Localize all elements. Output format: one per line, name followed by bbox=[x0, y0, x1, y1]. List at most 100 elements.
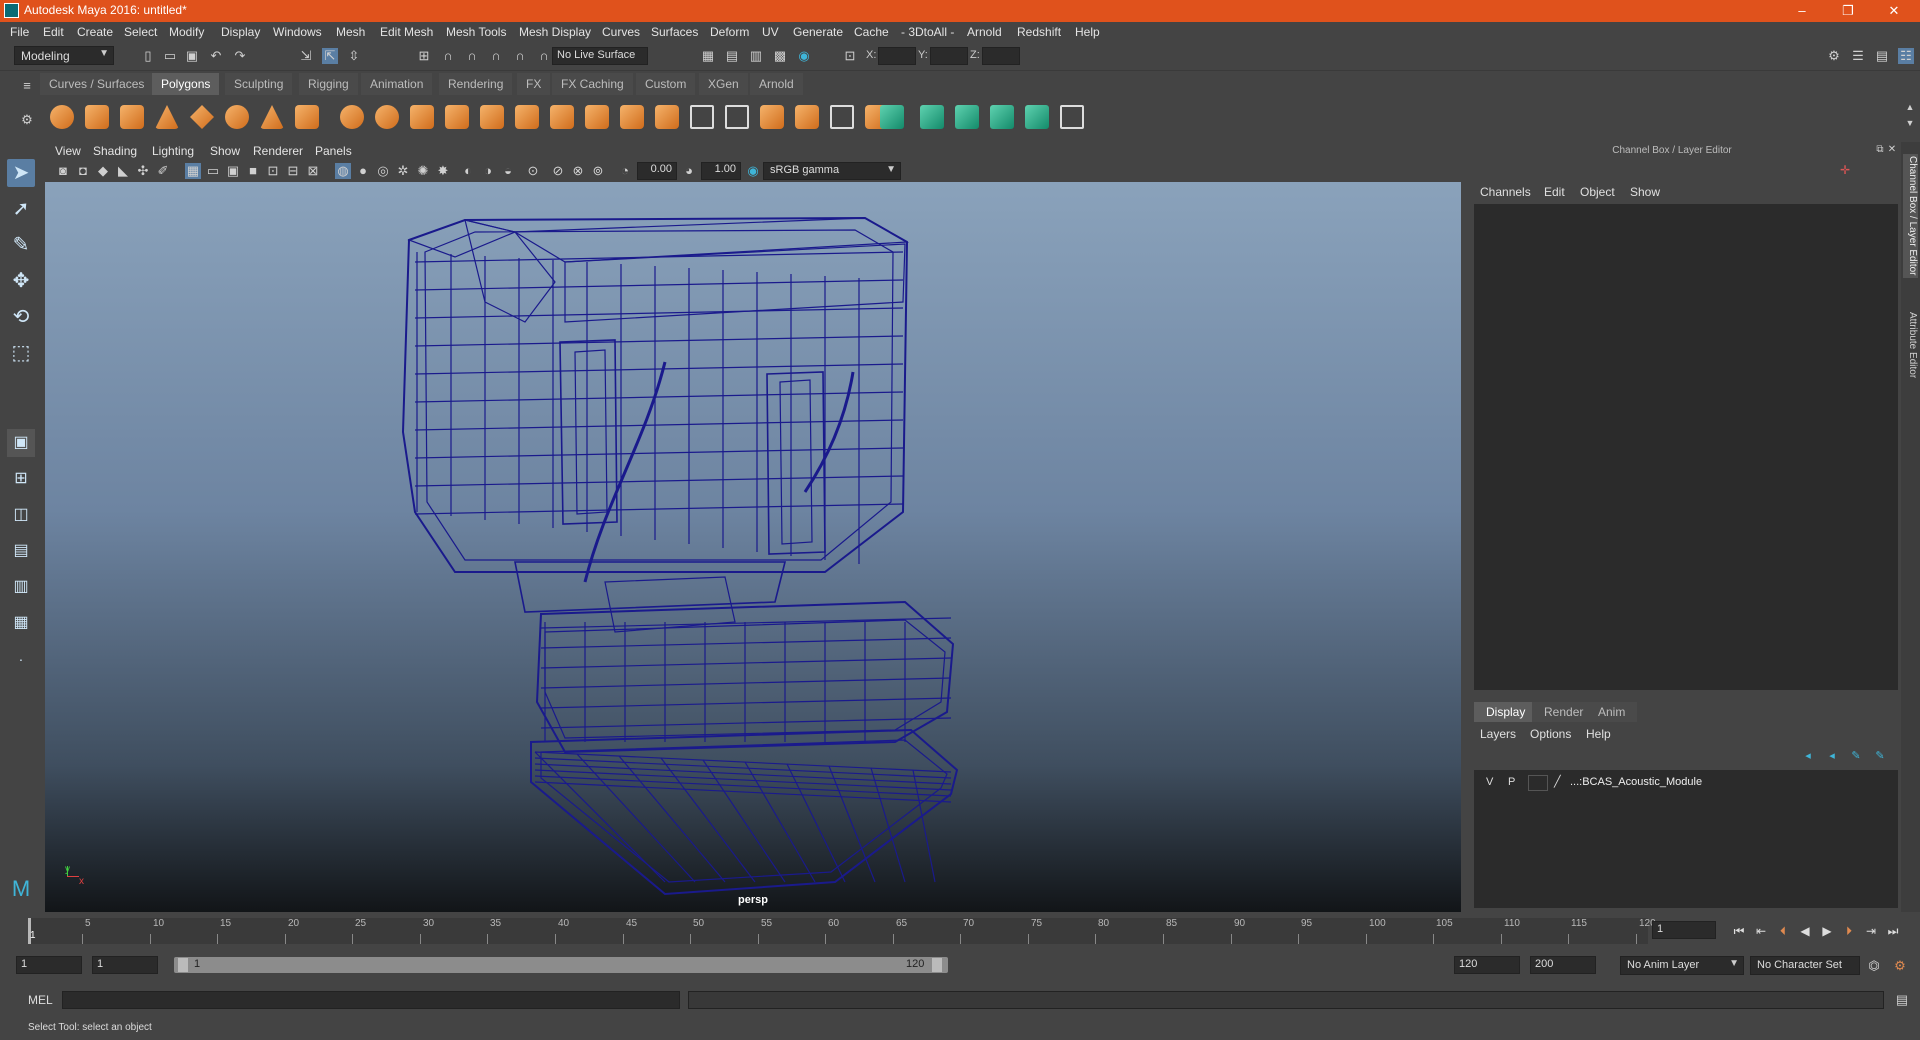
film-gate-icon[interactable]: ▭ bbox=[205, 163, 221, 179]
tab-curves-surfaces[interactable]: Curves / Surfaces bbox=[40, 73, 154, 95]
menu-display[interactable]: Display bbox=[221, 25, 260, 39]
cube-icon[interactable] bbox=[85, 105, 109, 129]
uv-planar-icon[interactable] bbox=[830, 105, 854, 129]
wireframe-icon[interactable]: ◍ bbox=[335, 163, 351, 179]
render-frame-icon[interactable]: ▤ bbox=[724, 48, 740, 64]
minimize-button[interactable]: – bbox=[1780, 0, 1824, 22]
bridge-icon[interactable] bbox=[585, 105, 609, 129]
ambient-occlusion-icon[interactable]: ◐ bbox=[460, 163, 476, 179]
tab-display[interactable]: Display bbox=[1474, 702, 1538, 722]
manipulator-icon[interactable]: ✛ bbox=[1837, 162, 1853, 178]
layers-menu[interactable]: Layers bbox=[1480, 727, 1516, 741]
anti-aliasing-icon[interactable]: ◒ bbox=[500, 163, 516, 179]
menu-edit-mesh[interactable]: Edit Mesh bbox=[380, 25, 433, 39]
layer-playback-toggle[interactable]: P bbox=[1508, 776, 1515, 788]
render-view-icon[interactable]: ▦ bbox=[700, 48, 716, 64]
range-end-handle[interactable] bbox=[932, 958, 942, 972]
menu-curves[interactable]: Curves bbox=[602, 25, 640, 39]
modeling-toolkit-icon[interactable]: ⚙ bbox=[1826, 48, 1842, 64]
ring-icon[interactable] bbox=[225, 105, 249, 129]
side-tab-attribute-editor[interactable]: Attribute Editor bbox=[1903, 312, 1918, 378]
acoustic-module-wireframe[interactable] bbox=[45, 182, 1461, 912]
menu-mesh-tools[interactable]: Mesh Tools bbox=[446, 25, 506, 39]
move-tool-icon[interactable]: ✥ bbox=[7, 267, 35, 295]
new-layer-selected-icon[interactable]: ✎ bbox=[1872, 748, 1888, 764]
redo-icon[interactable]: ↷ bbox=[232, 48, 248, 64]
help-menu[interactable]: Help bbox=[1586, 727, 1611, 741]
open-scene-icon[interactable]: ▭ bbox=[162, 48, 178, 64]
cylinder-icon[interactable] bbox=[120, 105, 144, 129]
camera-select-icon[interactable]: ◙ bbox=[55, 163, 71, 179]
paint-select-tool-icon[interactable]: ✎ bbox=[7, 231, 35, 259]
ipr-render-icon[interactable]: ▥ bbox=[748, 48, 764, 64]
move-layer-up-icon[interactable]: ◂ bbox=[1800, 748, 1816, 764]
live-surface-field[interactable]: No Live Surface bbox=[552, 47, 648, 65]
bevel-icon[interactable] bbox=[760, 105, 784, 129]
tab-fx-caching[interactable]: FX Caching bbox=[552, 73, 633, 95]
shadows-icon[interactable]: ✸ bbox=[435, 163, 451, 179]
menu-edit[interactable]: Edit bbox=[43, 25, 64, 39]
menu-mesh[interactable]: Mesh bbox=[336, 25, 365, 39]
menu-windows[interactable]: Windows bbox=[273, 25, 322, 39]
current-frame-field[interactable]: 1 bbox=[1652, 921, 1716, 939]
new-scene-icon[interactable]: ▯ bbox=[140, 48, 156, 64]
menu-deform[interactable]: Deform bbox=[710, 25, 749, 39]
edit-menu[interactable]: Edit bbox=[1544, 185, 1565, 199]
use-all-lights-icon[interactable]: ✺ bbox=[415, 163, 431, 179]
color-management-icon[interactable]: ◉ bbox=[745, 163, 761, 179]
anim-layer-dropdown[interactable]: No Anim Layer ▼ bbox=[1620, 956, 1744, 975]
tab-sculpting[interactable]: Sculpting bbox=[225, 73, 293, 95]
xray-joints-icon[interactable]: ⊗ bbox=[570, 163, 586, 179]
multicut-icon[interactable] bbox=[690, 105, 714, 129]
tab-animation[interactable]: Animation bbox=[361, 73, 433, 95]
hypershade-icon[interactable]: ◉ bbox=[796, 48, 812, 64]
script-editor-icon[interactable]: ▤ bbox=[1894, 992, 1910, 1008]
perspective-viewport[interactable]: y x persp bbox=[45, 182, 1461, 912]
shelf-scroll-down-icon[interactable]: ▼ bbox=[1902, 115, 1918, 131]
gate-mask-icon[interactable]: ■ bbox=[245, 163, 261, 179]
tab-arnold[interactable]: Arnold bbox=[750, 73, 803, 95]
viewport-menu-renderer[interactable]: Renderer bbox=[253, 144, 303, 158]
menu-generate[interactable]: Generate bbox=[793, 25, 843, 39]
chamfer-icon[interactable] bbox=[795, 105, 819, 129]
show-menu[interactable]: Show bbox=[1630, 185, 1660, 199]
mirror-icon[interactable] bbox=[515, 105, 539, 129]
make-live-icon[interactable]: ∩ bbox=[536, 48, 552, 64]
menu-cache[interactable]: Cache bbox=[854, 25, 889, 39]
smooth-icon[interactable] bbox=[445, 105, 469, 129]
extract-icon[interactable] bbox=[410, 105, 434, 129]
snap-grid-icon[interactable]: ⊞ bbox=[416, 48, 432, 64]
menu-redshift[interactable]: Redshift bbox=[1017, 25, 1061, 39]
select-by-hierarchy-icon[interactable]: ⇲ bbox=[298, 48, 314, 64]
exposure-icon[interactable]: ◔ bbox=[617, 163, 633, 179]
range-bar[interactable]: 1 120 bbox=[174, 957, 948, 973]
gamma-field[interactable]: 1.00 bbox=[701, 162, 741, 180]
z-field[interactable] bbox=[982, 47, 1020, 65]
bookmark-icon[interactable]: ◆ bbox=[95, 163, 111, 179]
checker-icon[interactable] bbox=[1025, 105, 1049, 129]
go-to-start-icon[interactable]: ⏮ bbox=[1730, 922, 1748, 940]
step-back-frame-icon[interactable]: ⏴ bbox=[1774, 922, 1792, 940]
smooth-shade-icon[interactable]: ● bbox=[355, 163, 371, 179]
textured-icon[interactable]: ✲ bbox=[395, 163, 411, 179]
input-mode-icon[interactable]: ⊡ bbox=[842, 48, 858, 64]
new-layer-icon[interactable]: ✎ bbox=[1848, 748, 1864, 764]
timeline-track[interactable]: 5 10 15 20 25 30 35 40 45 50 55 60 65 70 75 80 85 90 95 100… bbox=[28, 918, 1656, 944]
play-backwards-icon[interactable]: ◀ bbox=[1796, 922, 1814, 940]
field-chart-icon[interactable]: ⊡ bbox=[265, 163, 281, 179]
menu-surfaces[interactable]: Surfaces bbox=[651, 25, 698, 39]
render-settings-icon[interactable]: ▩ bbox=[772, 48, 788, 64]
scale-tool-icon[interactable]: ⬚ bbox=[7, 339, 35, 367]
two-d-pan-icon[interactable]: ✣ bbox=[135, 163, 151, 179]
y-field[interactable] bbox=[930, 47, 968, 65]
four-view-layout-icon[interactable]: ⊞ bbox=[7, 465, 35, 493]
character-set-dropdown[interactable]: No Character Set bbox=[1750, 956, 1860, 975]
options-menu[interactable]: Options bbox=[1530, 727, 1571, 741]
unfold-icon[interactable] bbox=[1060, 105, 1084, 129]
lasso-tool-icon[interactable]: ➚ bbox=[7, 195, 35, 223]
channel-box-toggle-icon[interactable]: ☷ bbox=[1898, 48, 1914, 64]
combine-icon[interactable] bbox=[340, 105, 364, 129]
resolution-gate-icon[interactable]: ▣ bbox=[225, 163, 241, 179]
outliner-layout-icon[interactable]: ▤ bbox=[7, 537, 35, 565]
menu-uv[interactable]: UV bbox=[762, 25, 779, 39]
